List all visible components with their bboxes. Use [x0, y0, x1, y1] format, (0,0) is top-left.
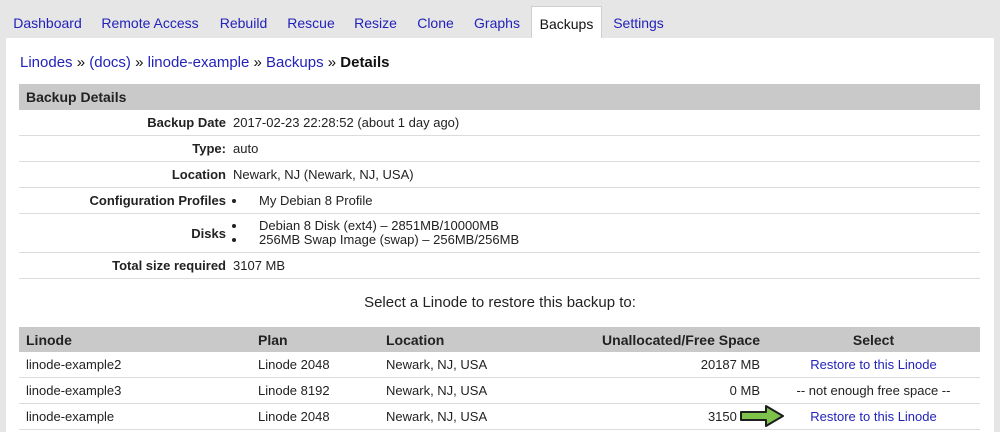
- cell-location: Newark, NJ, USA: [379, 403, 526, 430]
- total-size-value: 3107 MB: [233, 252, 980, 279]
- breadcrumb-separator: »: [135, 54, 144, 71]
- cell-plan: Linode 2048: [251, 352, 379, 378]
- column-header-plan: Plan: [251, 327, 379, 352]
- profile-item: My Debian 8 Profile: [247, 193, 980, 208]
- location-label: Location: [19, 161, 233, 188]
- tab-rescue[interactable]: Rescue: [279, 6, 343, 38]
- breadcrumb-backups[interactable]: Backups: [266, 54, 324, 71]
- configuration-profiles-list: My Debian 8 Profile: [233, 187, 980, 214]
- tab-settings[interactable]: Settings: [605, 6, 672, 38]
- not-enough-space-text: -- not enough free space --: [767, 377, 980, 404]
- disks-label: Disks: [19, 213, 233, 253]
- restore-prompt: Select a Linode to restore this backup t…: [364, 294, 636, 311]
- type-label: Type:: [19, 135, 233, 162]
- cell-location: Newark, NJ, USA: [379, 377, 526, 404]
- breadcrumb-separator: »: [327, 54, 337, 71]
- cell-linode: linode-example2: [19, 352, 251, 378]
- column-header-linode: Linode: [19, 327, 251, 352]
- restore-target-table: Linode Plan Location Unallocated/Free Sp…: [19, 327, 980, 430]
- tab-backups[interactable]: Backups: [531, 6, 602, 38]
- tab-clone[interactable]: Clone: [408, 6, 463, 38]
- breadcrumb-linode-example[interactable]: linode-example: [148, 54, 250, 71]
- type-value: auto: [233, 135, 980, 162]
- backup-details-table: Backup Details Backup Date 2017-02-23 22…: [19, 84, 980, 279]
- tab-bar: Dashboard Remote Access Rebuild Rescue R…: [0, 0, 1000, 38]
- column-header-free-space: Unallocated/Free Space: [526, 327, 767, 352]
- cell-free-space: 3150 MB: [526, 403, 767, 430]
- disk-item: Debian 8 Disk (ext4) – 2851MB/10000MB: [247, 219, 980, 233]
- column-header-location: Location: [379, 327, 526, 352]
- backup-date-value: 2017-02-23 22:28:52 (about 1 day ago): [233, 110, 980, 136]
- tab-resize[interactable]: Resize: [346, 6, 405, 38]
- total-size-label: Total size required: [19, 252, 233, 279]
- breadcrumb-separator: »: [253, 54, 262, 71]
- tab-remote-access[interactable]: Remote Access: [92, 6, 208, 38]
- breadcrumb-separator: »: [76, 54, 86, 71]
- pointer-arrow-icon: [740, 405, 784, 427]
- cell-linode: linode-example3: [19, 377, 251, 404]
- breadcrumb-linodes[interactable]: Linodes: [20, 54, 73, 71]
- cell-free-space: 20187 MB: [526, 352, 767, 378]
- table-row: linode-example3 Linode 8192 Newark, NJ, …: [19, 377, 980, 404]
- disk-item: 256MB Swap Image (swap) – 256MB/256MB: [247, 233, 980, 247]
- breadcrumb-docs[interactable]: (docs): [89, 54, 131, 71]
- breadcrumb-current: Details: [340, 54, 390, 71]
- tab-rebuild[interactable]: Rebuild: [211, 6, 276, 38]
- tab-dashboard[interactable]: Dashboard: [6, 6, 89, 38]
- cell-plan: Linode 2048: [251, 403, 379, 430]
- backup-details-title: Backup Details: [19, 84, 980, 110]
- column-header-select: Select: [767, 327, 980, 352]
- disks-list: Debian 8 Disk (ext4) – 2851MB/10000MB 25…: [233, 213, 980, 253]
- cell-free-space: 0 MB: [526, 377, 767, 404]
- restore-link[interactable]: Restore to this Linode: [810, 409, 936, 424]
- cell-plan: Linode 8192: [251, 377, 379, 404]
- table-row: linode-example Linode 2048 Newark, NJ, U…: [19, 403, 980, 430]
- table-row: linode-example2 Linode 2048 Newark, NJ, …: [19, 352, 980, 378]
- configuration-profiles-label: Configuration Profiles: [19, 187, 233, 214]
- breadcrumb: Linodes » (docs) » linode-example » Back…: [20, 54, 389, 71]
- content-panel: Linodes » (docs) » linode-example » Back…: [6, 38, 994, 432]
- restore-link[interactable]: Restore to this Linode: [810, 357, 936, 372]
- cell-location: Newark, NJ, USA: [379, 352, 526, 378]
- cell-linode: linode-example: [19, 403, 251, 430]
- backup-date-label: Backup Date: [19, 110, 233, 136]
- location-value: Newark, NJ (Newark, NJ, USA): [233, 161, 980, 188]
- tab-graphs[interactable]: Graphs: [466, 6, 528, 38]
